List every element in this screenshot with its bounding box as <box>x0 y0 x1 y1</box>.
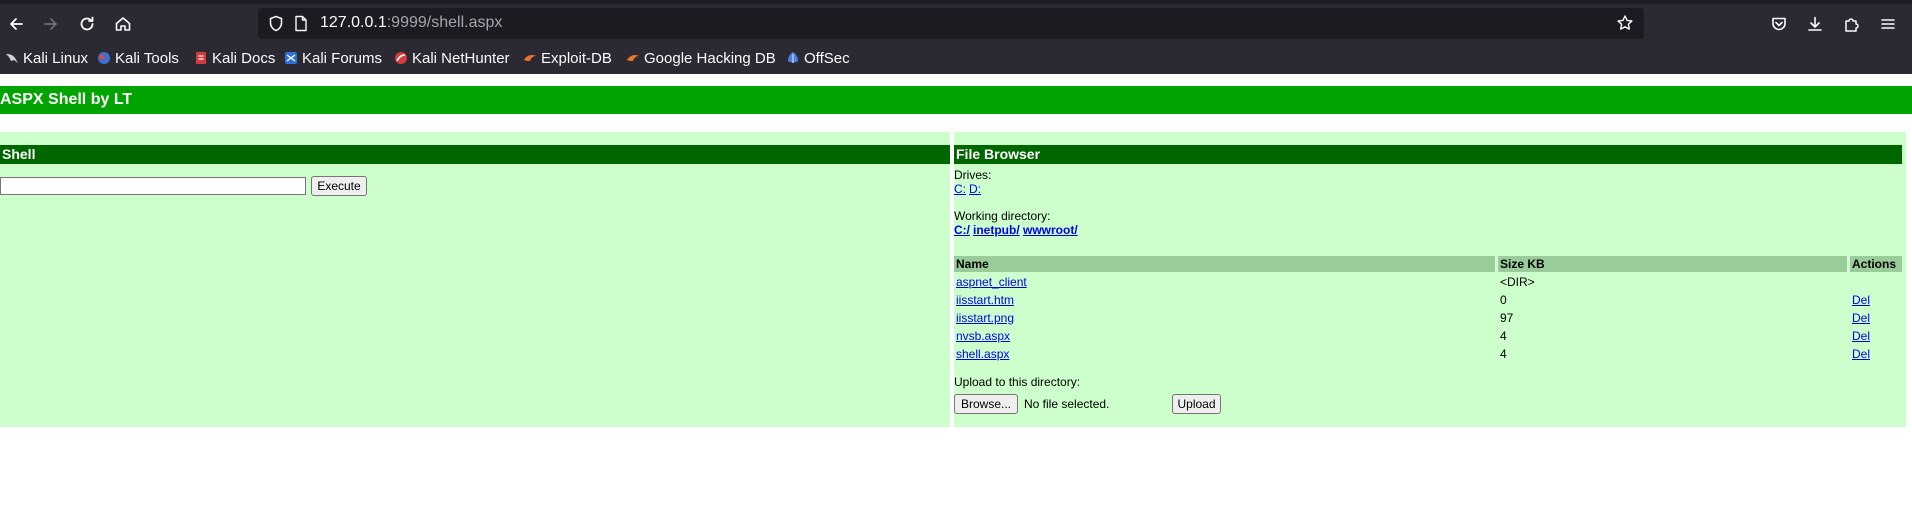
table-row: iisstart.htm 0 Del <box>954 292 1902 310</box>
browse-button[interactable]: Browse... <box>954 394 1018 414</box>
ghdb-icon <box>627 55 639 61</box>
file-size: 4 <box>1500 347 1507 361</box>
download-icon <box>1808 16 1822 31</box>
execute-button[interactable]: Execute <box>311 176 367 196</box>
kali-dragon-icon <box>6 54 18 63</box>
bookmark-google-hacking-db[interactable]: Google Hacking DB <box>626 48 776 68</box>
panels-container: Shell Execute File Browser Drives: C: D:… <box>0 132 1906 427</box>
bookmark-label: Kali Linux <box>23 49 89 67</box>
bookmarks-toolbar: Kali Linux Kali Tools Kali Docs Kali For… <box>0 46 1912 70</box>
bookmark-label: Kali Forums <box>302 49 383 67</box>
kali-tools-icon <box>98 52 110 64</box>
arrow-right-icon <box>44 18 57 30</box>
file-name-link[interactable]: iisstart.htm <box>956 293 1014 307</box>
column-header-name: Name <box>954 256 1495 272</box>
title-bar: ASPX Shell by LT <box>0 86 1912 114</box>
file-size: 0 <box>1500 293 1507 307</box>
path-link-inetpub[interactable]: inetpub/ <box>973 223 1020 237</box>
bookmark-label: Exploit-DB <box>541 49 612 67</box>
bookmark-label: Kali Tools <box>115 49 179 67</box>
url-bar[interactable]: 127.0.0.1:9999/shell.aspx <box>258 8 1644 39</box>
bookmark-label: Google Hacking DB <box>644 49 776 67</box>
browser-chrome: 127.0.0.1:9999/shell.aspx Kali Linux Kal… <box>0 0 1912 74</box>
shield-icon[interactable] <box>268 15 284 32</box>
home-button[interactable] <box>109 10 137 38</box>
bookmark-label: OffSec <box>804 49 850 67</box>
downloads-button[interactable] <box>1801 10 1829 38</box>
home-icon <box>115 17 131 31</box>
tab-strip <box>0 0 1912 4</box>
back-button[interactable] <box>2 10 30 38</box>
delete-link[interactable]: Del <box>1852 347 1870 361</box>
forward-button[interactable] <box>37 10 65 38</box>
file-name-link[interactable]: iisstart.png <box>956 311 1014 325</box>
table-row: shell.aspx 4 Del <box>954 346 1902 364</box>
file-name-link[interactable]: aspnet_client <box>956 275 1027 289</box>
reload-button[interactable] <box>73 10 101 38</box>
page-title: ASPX Shell by LT <box>0 91 133 108</box>
offsec-icon <box>788 52 798 63</box>
kali-forums-icon <box>285 52 297 64</box>
delete-link[interactable]: Del <box>1852 293 1870 307</box>
star-icon[interactable] <box>1616 14 1634 32</box>
bookmark-kali-docs[interactable]: Kali Docs <box>194 48 275 68</box>
hamburger-menu-icon <box>1881 19 1895 29</box>
page-icon[interactable] <box>294 15 308 32</box>
table-row: nvsb.aspx 4 Del <box>954 328 1902 346</box>
bookmark-kali-linux[interactable]: Kali Linux <box>5 48 88 68</box>
path-link-root[interactable]: C:/ <box>954 223 970 237</box>
column-header-actions: Actions <box>1850 256 1902 272</box>
bookmark-exploit-db[interactable]: Exploit-DB <box>523 48 612 68</box>
bookmark-label: Kali NetHunter <box>412 49 510 67</box>
url-path: :9999/shell.aspx <box>386 14 503 31</box>
kali-nethunter-icon <box>395 52 407 64</box>
shell-header-text: Shell <box>2 146 36 162</box>
file-browser-header-text: File Browser <box>956 146 1041 162</box>
bookmark-offsec[interactable]: OffSec <box>786 48 850 68</box>
pocket-icon <box>1772 17 1786 31</box>
drive-link-d[interactable]: D: <box>969 182 981 196</box>
command-input[interactable] <box>0 177 306 195</box>
kali-docs-icon <box>196 52 206 64</box>
table-row: iisstart.png 97 Del <box>954 310 1902 328</box>
file-size: <DIR> <box>1500 275 1535 289</box>
exploit-db-icon <box>524 55 536 61</box>
reload-icon <box>80 16 94 31</box>
menu-button[interactable] <box>1874 10 1902 38</box>
arrow-left-icon <box>10 18 23 30</box>
drive-link-c[interactable]: C: <box>954 182 966 196</box>
path-link-wwwroot[interactable]: wwwroot/ <box>1023 223 1078 237</box>
no-file-selected-text: No file selected. <box>1024 397 1110 411</box>
drives-label: Drives: <box>954 168 992 182</box>
file-name-link[interactable]: shell.aspx <box>956 347 1009 361</box>
file-size: 4 <box>1500 329 1507 343</box>
column-header-size: Size KB <box>1498 256 1847 272</box>
bookmark-kali-nethunter[interactable]: Kali NetHunter <box>394 48 510 68</box>
file-browser-header: File Browser <box>954 145 1902 164</box>
file-name-link[interactable]: nvsb.aspx <box>956 329 1010 343</box>
bookmark-kali-forums[interactable]: Kali Forums <box>284 48 382 68</box>
pocket-button[interactable] <box>1765 10 1793 38</box>
upload-button[interactable]: Upload <box>1172 394 1221 414</box>
url-text[interactable]: 127.0.0.1:9999/shell.aspx <box>320 14 502 32</box>
shell-panel-header: Shell <box>0 145 950 164</box>
page-content: ASPX Shell by LT Shell Execute File Brow… <box>0 74 1912 505</box>
bookmark-kali-tools[interactable]: Kali Tools <box>97 48 179 68</box>
bookmark-label: Kali Docs <box>212 49 276 67</box>
puzzle-icon <box>1845 18 1859 32</box>
extensions-button[interactable] <box>1838 10 1866 38</box>
delete-link[interactable]: Del <box>1852 311 1870 325</box>
file-size: 97 <box>1500 311 1514 325</box>
upload-label: Upload to this directory: <box>954 375 1081 389</box>
delete-link[interactable]: Del <box>1852 329 1870 343</box>
url-host: 127.0.0.1 <box>320 14 387 31</box>
working-directory-label: Working directory: <box>954 209 1051 223</box>
table-row: aspnet_client <DIR> <box>954 274 1902 292</box>
